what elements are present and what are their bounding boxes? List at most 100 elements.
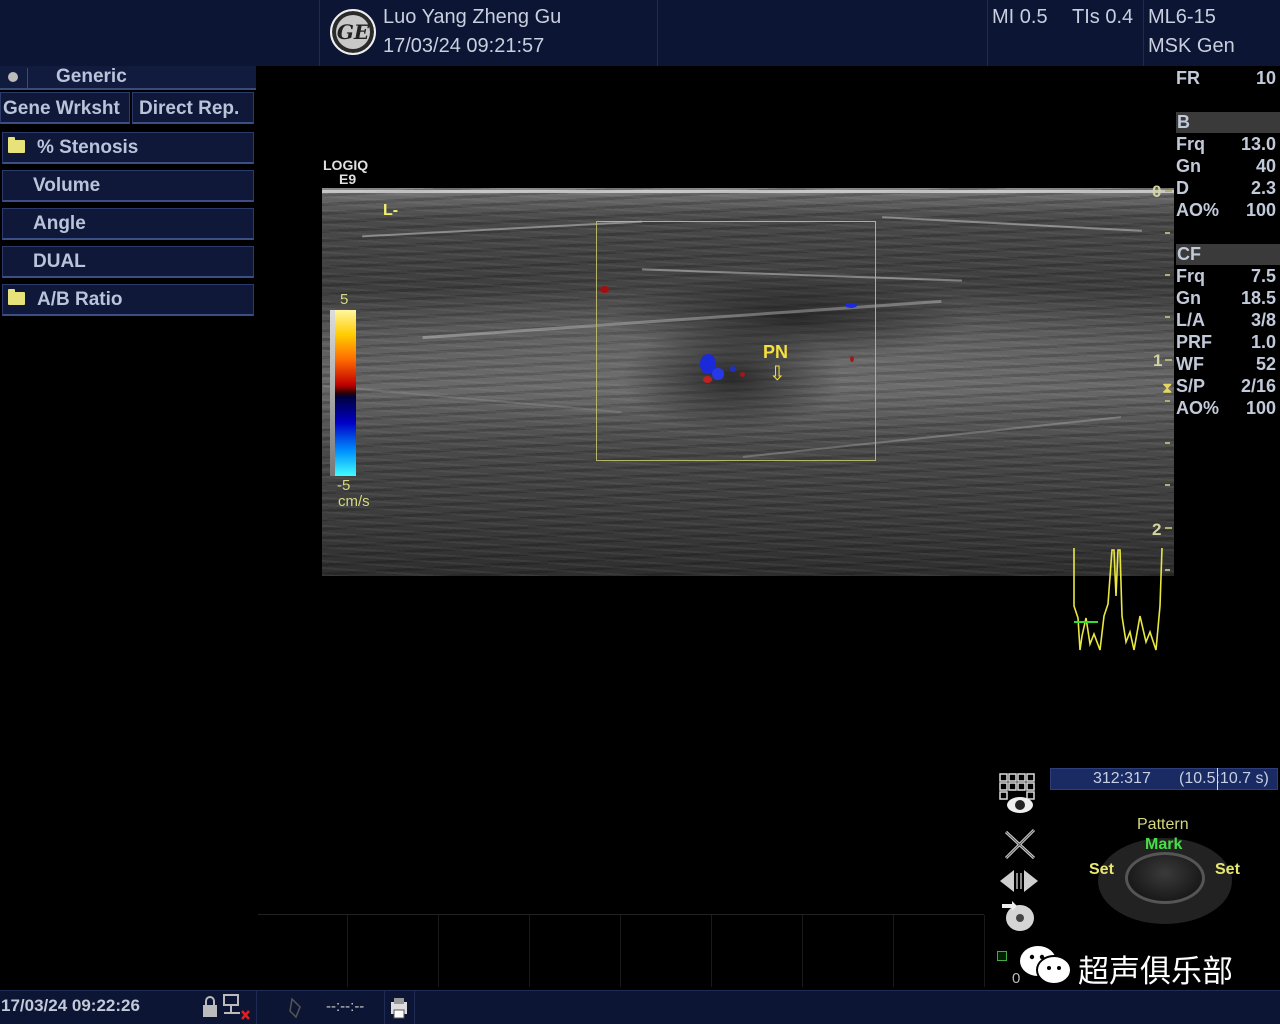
doppler-flow-blue (845, 303, 857, 308)
network-disconnected-icon[interactable] (222, 993, 252, 1021)
doppler-flow-red (740, 372, 745, 377)
printer-icon[interactable] (389, 996, 409, 1020)
color-scale-unit: cm/s (338, 493, 370, 510)
tab-direct-rep[interactable]: Direct Rep. (132, 92, 254, 124)
ecg-trace (1073, 547, 1163, 651)
header-spacer (658, 0, 988, 66)
cine-time-range: (10.5:10.7 s) (1179, 770, 1269, 787)
thumbnail-slot[interactable] (895, 915, 985, 987)
trackball-icon[interactable] (1125, 852, 1205, 904)
header-bar: GE Luo Yang Zheng Gu 17/03/24 09:21:57 M… (0, 0, 1280, 66)
cf-param-row: WF 52 (1176, 354, 1276, 374)
ge-logo: GE (330, 9, 376, 55)
cine-cursor[interactable] (1217, 768, 1218, 790)
menu-bullet-icon (8, 72, 18, 82)
trackball-mode: Pattern (1137, 816, 1189, 833)
thermal-index: TIs 0.4 (1072, 6, 1134, 28)
doppler-flow-blue (730, 366, 736, 372)
b-param-row: Gn 40 (1176, 156, 1276, 176)
menu-separator (27, 68, 28, 88)
menu-item-angle[interactable]: Angle (2, 208, 254, 240)
color-scale-min: -5 (337, 477, 351, 494)
depth-label: 0 (1152, 182, 1162, 201)
set-left-button[interactable]: Set (1089, 861, 1114, 879)
doppler-flow-red (703, 376, 712, 383)
menu-item-stenosis[interactable]: % Stenosis (2, 132, 254, 164)
menu-item-dual[interactable]: DUAL (2, 246, 254, 278)
depth-tick (1165, 274, 1170, 276)
doppler-flow-red (600, 286, 609, 293)
tab-gene-wrksht[interactable]: Gene Wrksht (0, 92, 130, 124)
navigate-arrows-icon[interactable] (998, 868, 1040, 894)
b-mode-header: B (1176, 112, 1280, 133)
trackball-function[interactable]: Mark (1145, 836, 1182, 854)
menu-header[interactable]: Generic (0, 66, 256, 90)
tissue-band (322, 384, 622, 414)
lock-icon[interactable] (200, 995, 220, 1019)
thumbnail-slot[interactable] (804, 915, 894, 987)
doppler-flow-red (850, 356, 854, 362)
hourglass-icon: ⧗ (1162, 380, 1173, 397)
depth-tick (1165, 232, 1170, 234)
checkbox-icon[interactable] (997, 951, 1007, 961)
cf-param-row: L/A 3/8 (1176, 310, 1276, 330)
depth-tick (1165, 190, 1172, 192)
cine-timer: --:--:-- (326, 998, 365, 1015)
exam-datetime: 17/03/24 09:21:57 (383, 35, 545, 57)
color-velocity-bar (335, 310, 356, 476)
annotation-label: PN (763, 342, 789, 362)
delete-icon[interactable] (1002, 826, 1038, 862)
status-separator (256, 991, 257, 1024)
folder-icon (8, 137, 25, 153)
thumbnail-slot[interactable] (713, 915, 803, 987)
current-datetime: 17/03/24 09:22:26 (1, 996, 140, 1015)
menu-item-label: Angle (33, 213, 86, 234)
doppler-flow-blue (712, 368, 724, 380)
thumbnail-strip[interactable] (258, 914, 985, 987)
thumbnail-slot[interactable] (531, 915, 621, 987)
cf-param-row: PRF 1.0 (1176, 332, 1276, 352)
menu-item-volume[interactable]: Volume (2, 170, 254, 202)
depth-label: 1 (1153, 351, 1163, 370)
cf-param-row: AO% 100 (1176, 398, 1276, 418)
probe-name: ML6-15 (1148, 6, 1216, 28)
menu-item-label: A/B Ratio (37, 289, 123, 310)
depth-tick (1165, 400, 1170, 402)
thumbnail-slot[interactable] (258, 915, 348, 987)
cine-progress-bar[interactable]: 312:317 (10.5:10.7 s) (1050, 768, 1278, 790)
menu-item-ab-ratio[interactable]: A/B Ratio (2, 284, 254, 316)
cf-param-row: Frq 7.5 (1176, 266, 1276, 286)
system-name: LOGIQ (323, 157, 369, 173)
cine-frame-counter: 312:317 (1093, 770, 1151, 787)
thumbnail-slot[interactable] (349, 915, 439, 987)
color-scale-max: 5 (340, 291, 349, 308)
menu-title: Generic (56, 66, 127, 87)
depth-tick (1165, 527, 1172, 529)
system-model: E9 (339, 171, 357, 187)
patient-name: Luo Yang Zheng Gu (383, 6, 562, 28)
skin-line (322, 190, 1174, 193)
cf-mode-header: CF (1176, 244, 1280, 265)
depth-label: 2 (1152, 520, 1162, 539)
watermark-text: 超声俱乐部 (1078, 954, 1233, 990)
arrow-down-icon: ⇩ (769, 363, 786, 385)
status-separator (384, 991, 385, 1024)
probe-icon (289, 997, 301, 1019)
cf-param-row: S/P 2/16 (1176, 376, 1276, 396)
b-param-row: D 2.3 (1176, 178, 1276, 198)
menu-item-label: Volume (33, 175, 101, 196)
save-to-disk-icon[interactable] (1000, 900, 1038, 934)
color-roi-box[interactable] (596, 221, 876, 461)
depth-tick (1165, 484, 1170, 486)
status-separator (414, 991, 415, 1024)
wechat-icon (1020, 946, 1072, 985)
thumbnail-slot[interactable] (440, 915, 530, 987)
menu-item-label: % Stenosis (37, 137, 139, 158)
depth-tick (1165, 442, 1170, 444)
header-empty-cell (0, 0, 320, 66)
frame-rate: FR 10 (1176, 68, 1276, 88)
thumbnail-slot[interactable] (622, 915, 712, 987)
set-right-button[interactable]: Set (1215, 861, 1240, 879)
depth-tick (1165, 316, 1170, 318)
thumbnail-view-icon[interactable] (998, 772, 1038, 816)
